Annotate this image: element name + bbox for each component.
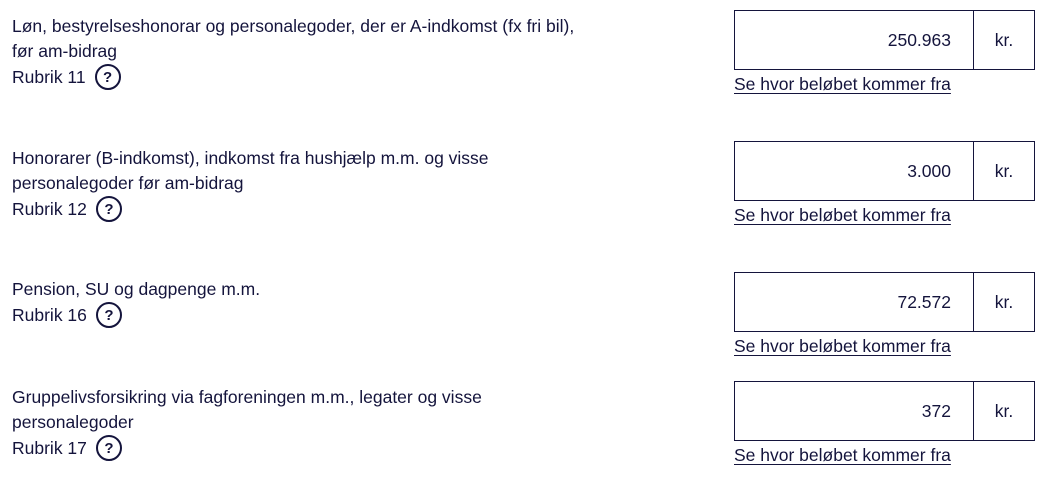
- question-circle-icon[interactable]: ?: [95, 435, 122, 461]
- rubrik-number: Rubrik 17: [12, 437, 87, 458]
- rubrik-line: Rubrik 11 ?: [12, 64, 702, 90]
- amount-unit: kr.: [994, 291, 1014, 312]
- question-circle-icon[interactable]: ?: [95, 196, 122, 222]
- amount-field[interactable]: 3.000 kr.: [734, 141, 1035, 201]
- row-description-line: Pension, SU og dagpenge m.m.: [12, 279, 261, 299]
- question-circle-icon[interactable]: ?: [95, 302, 122, 328]
- amount-field[interactable]: 250.963 kr.: [734, 10, 1035, 70]
- row-description-line: personalegoder før am-bidrag: [12, 173, 244, 193]
- row-description-line: før am-bidrag: [12, 41, 118, 61]
- amount-value[interactable]: 250.963: [735, 11, 974, 69]
- row-label: Pension, SU og dagpenge m.m. Rubrik 16 ?: [12, 277, 702, 328]
- row-description-line: personalegoder: [12, 412, 134, 432]
- amount-unit: kr.: [994, 400, 1014, 421]
- row-label: Honorarer (B-indkomst), indkomst fra hus…: [12, 146, 702, 222]
- rubrik-number: Rubrik 16: [12, 304, 87, 325]
- row-description-line: Gruppelivsforsikring via fagforeningen m…: [12, 387, 482, 407]
- row-description-line: Løn, bestyrelseshonorar og personalegode…: [12, 16, 575, 36]
- row-description-line: Honorarer (B-indkomst), indkomst fra hus…: [12, 148, 489, 168]
- amount-source-link[interactable]: Se hvor beløbet kommer fra: [734, 445, 951, 466]
- amount-field[interactable]: 72.572 kr.: [734, 272, 1035, 332]
- amount-source-link[interactable]: Se hvor beløbet kommer fra: [734, 74, 951, 95]
- amount-field[interactable]: 372 kr.: [734, 381, 1035, 441]
- amount-value[interactable]: 72.572: [735, 273, 974, 331]
- rubrik-number: Rubrik 11: [12, 66, 86, 87]
- row-label: Løn, bestyrelseshonorar og personalegode…: [12, 14, 702, 90]
- rubrik-line: Rubrik 16 ?: [12, 302, 702, 328]
- question-circle-icon[interactable]: ?: [94, 64, 121, 90]
- amount-source-link[interactable]: Se hvor beløbet kommer fra: [734, 336, 951, 357]
- row-label: Gruppelivsforsikring via fagforeningen m…: [12, 385, 702, 461]
- rubrik-line: Rubrik 12 ?: [12, 196, 702, 222]
- amount-value[interactable]: 3.000: [735, 142, 974, 200]
- rubrik-number: Rubrik 12: [12, 198, 87, 219]
- amount-unit: kr.: [994, 160, 1014, 181]
- amount-unit: kr.: [994, 29, 1014, 50]
- rubrik-line: Rubrik 17 ?: [12, 435, 702, 461]
- amount-source-link[interactable]: Se hvor beløbet kommer fra: [734, 205, 951, 226]
- amount-value[interactable]: 372: [735, 382, 974, 440]
